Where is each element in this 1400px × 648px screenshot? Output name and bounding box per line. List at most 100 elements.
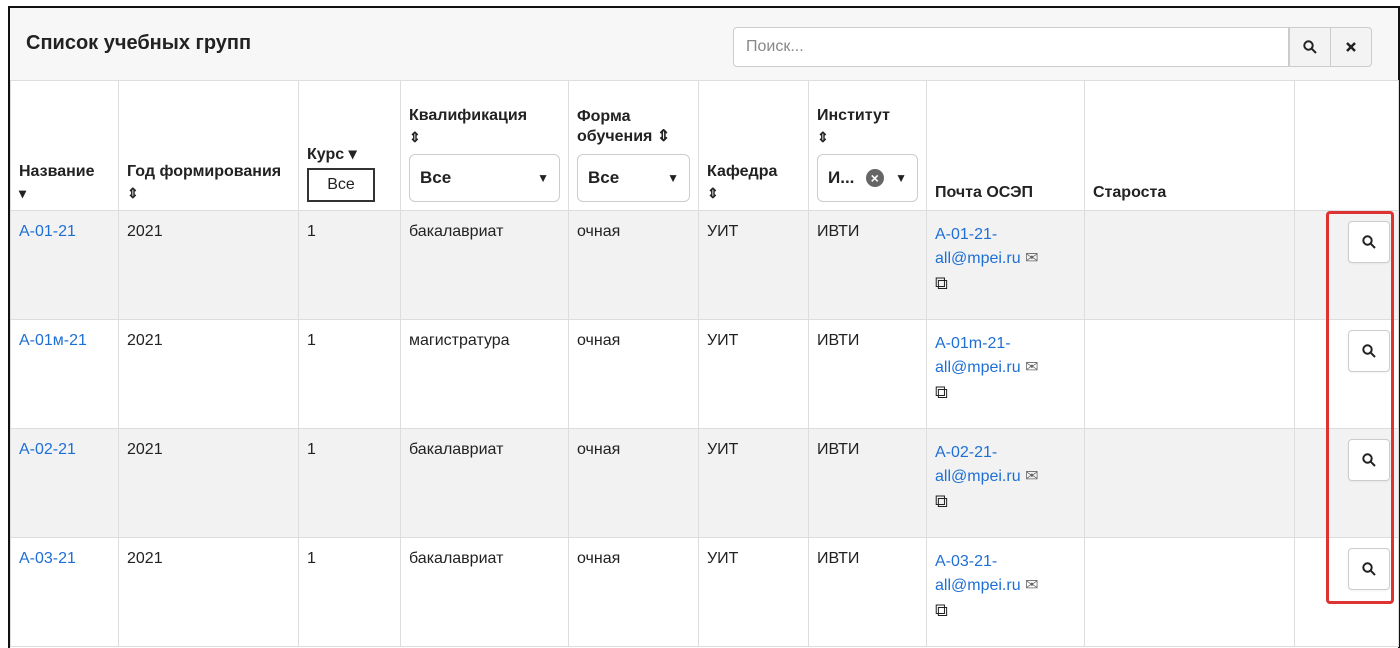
email-cell: А-01m-21- all@mpei.ru ✉ ⧉ <box>926 319 1085 429</box>
sort-icon: ⇕ <box>707 185 719 201</box>
chevron-down-icon: ▼ <box>667 171 679 185</box>
view-group-button[interactable] <box>1348 221 1390 263</box>
qualification-cell: магистратура <box>400 319 569 429</box>
copy-icon[interactable]: ⧉ <box>935 273 948 294</box>
study-form-cell: очная <box>568 210 699 320</box>
copy-icon[interactable]: ⧉ <box>935 382 948 403</box>
groups-table: Название ▾ Год формирования ⇕ Курс ▾ Все Кв… <box>10 80 1399 647</box>
table-row: А-02-21 2021 1 бакалавриат очная УИТ ИВТ… <box>10 428 1399 538</box>
close-icon <box>1346 42 1356 52</box>
year-cell: 2021 <box>118 210 299 320</box>
view-group-button[interactable] <box>1348 439 1390 481</box>
search-icon <box>1362 453 1376 467</box>
mail-icon[interactable]: ✉ <box>1025 468 1038 485</box>
copy-icon[interactable]: ⧉ <box>935 491 948 512</box>
year-cell: 2021 <box>118 428 299 538</box>
email-cell: А-02-21- all@mpei.ru ✉ ⧉ <box>926 428 1085 538</box>
panel-header: Список учебных групп <box>10 8 1398 81</box>
study-form-cell: очная <box>568 319 699 429</box>
sort-desc-icon: ▾ <box>348 146 357 163</box>
column-qualification[interactable]: Квалификация ⇕ Все ▼ <box>400 80 569 211</box>
course-cell: 1 <box>298 319 401 429</box>
column-year[interactable]: Год формирования ⇕ <box>118 80 299 211</box>
group-name-cell: А-03-21 <box>10 537 119 647</box>
sort-desc-icon: ▾ <box>19 185 27 201</box>
table-row: А-01м-21 2021 1 магистратура очная УИТ И… <box>10 319 1399 429</box>
group-name-cell: А-01-21 <box>10 210 119 320</box>
department-cell: УИТ <box>698 319 809 429</box>
email-cell: А-03-21- all@mpei.ru ✉ ⧉ <box>926 537 1085 647</box>
mail-icon[interactable]: ✉ <box>1025 250 1038 267</box>
column-course[interactable]: Курс ▾ Все <box>298 80 401 211</box>
study-form-filter[interactable]: Все ▼ <box>577 154 690 202</box>
column-actions <box>1294 80 1399 211</box>
qualification-cell: бакалавриат <box>400 428 569 538</box>
search-icon <box>1362 344 1376 358</box>
chevron-down-icon: ▼ <box>895 171 907 185</box>
chevron-down-icon: ▼ <box>537 171 549 185</box>
study-form-cell: очная <box>568 537 699 647</box>
search-input[interactable] <box>734 28 1288 66</box>
view-group-button[interactable] <box>1348 330 1390 372</box>
group-link[interactable]: А-01-21 <box>19 223 76 240</box>
institute-cell: ИВТИ <box>808 319 927 429</box>
head-cell <box>1084 319 1295 429</box>
group-link[interactable]: А-03-21 <box>19 550 76 567</box>
column-institute[interactable]: Институт ⇕ И... × ▼ <box>808 80 927 211</box>
clear-search-button[interactable] <box>1330 27 1372 67</box>
sort-icon: ⇕ <box>409 129 421 145</box>
column-head: Староста <box>1084 80 1295 211</box>
action-cell <box>1294 428 1399 538</box>
year-cell: 2021 <box>118 319 299 429</box>
group-name-cell: А-02-21 <box>10 428 119 538</box>
head-cell <box>1084 537 1295 647</box>
column-email: Почта ОСЭП <box>926 80 1085 211</box>
email-cell: А-01-21- all@mpei.ru ✉ ⧉ <box>926 210 1085 320</box>
qualification-cell: бакалавриат <box>400 537 569 647</box>
column-department[interactable]: Кафедра ⇕ <box>698 80 809 211</box>
action-cell <box>1294 319 1399 429</box>
copy-icon[interactable]: ⧉ <box>935 600 948 621</box>
group-link[interactable]: А-02-21 <box>19 441 76 458</box>
groups-panel: Список учебных групп Поиск... Название ▾… <box>8 6 1400 648</box>
head-cell <box>1084 210 1295 320</box>
email-link[interactable]: А-01-21- all@mpei.ru ✉ <box>935 223 1076 271</box>
sort-icon: ⇕ <box>656 128 671 145</box>
search-box[interactable] <box>733 27 1289 67</box>
view-group-button[interactable] <box>1348 548 1390 590</box>
course-cell: 1 <box>298 537 401 647</box>
mail-icon[interactable]: ✉ <box>1025 577 1038 594</box>
search-button[interactable] <box>1289 27 1331 67</box>
group-link[interactable]: А-01м-21 <box>19 332 87 349</box>
course-cell: 1 <box>298 428 401 538</box>
email-link[interactable]: А-03-21- all@mpei.ru ✉ <box>935 550 1076 598</box>
course-filter[interactable]: Все <box>307 168 375 202</box>
table-header: Название ▾ Год формирования ⇕ Курс ▾ Все Кв… <box>10 80 1399 211</box>
institute-cell: ИВТИ <box>808 537 927 647</box>
head-cell <box>1084 428 1295 538</box>
qualification-filter[interactable]: Все ▼ <box>409 154 560 202</box>
search-icon <box>1303 40 1317 54</box>
email-link[interactable]: А-02-21- all@mpei.ru ✉ <box>935 441 1076 489</box>
year-cell: 2021 <box>118 537 299 647</box>
qualification-cell: бакалавриат <box>400 210 569 320</box>
group-name-cell: А-01м-21 <box>10 319 119 429</box>
study-form-cell: очная <box>568 428 699 538</box>
course-cell: 1 <box>298 210 401 320</box>
mail-icon[interactable]: ✉ <box>1025 359 1038 376</box>
department-cell: УИТ <box>698 537 809 647</box>
page-title: Список учебных групп <box>26 32 252 54</box>
action-cell <box>1294 210 1399 320</box>
institute-cell: ИВТИ <box>808 210 927 320</box>
email-link[interactable]: А-01m-21- all@mpei.ru ✉ <box>935 332 1076 380</box>
screen: Список учебных групп Поиск... Название ▾… <box>0 0 1400 648</box>
clear-filter-icon[interactable]: × <box>865 169 884 187</box>
table-row: А-01-21 2021 1 бакалавриат очная УИТ ИВТ… <box>10 210 1399 320</box>
institute-filter[interactable]: И... × ▼ <box>817 154 918 202</box>
action-cell <box>1294 537 1399 647</box>
column-name[interactable]: Название ▾ <box>10 80 119 211</box>
sort-icon: ⇕ <box>817 129 829 145</box>
department-cell: УИТ <box>698 210 809 320</box>
search-icon <box>1362 562 1376 576</box>
column-study-form[interactable]: Форма обучения ⇕ Все ▼ <box>568 80 699 211</box>
